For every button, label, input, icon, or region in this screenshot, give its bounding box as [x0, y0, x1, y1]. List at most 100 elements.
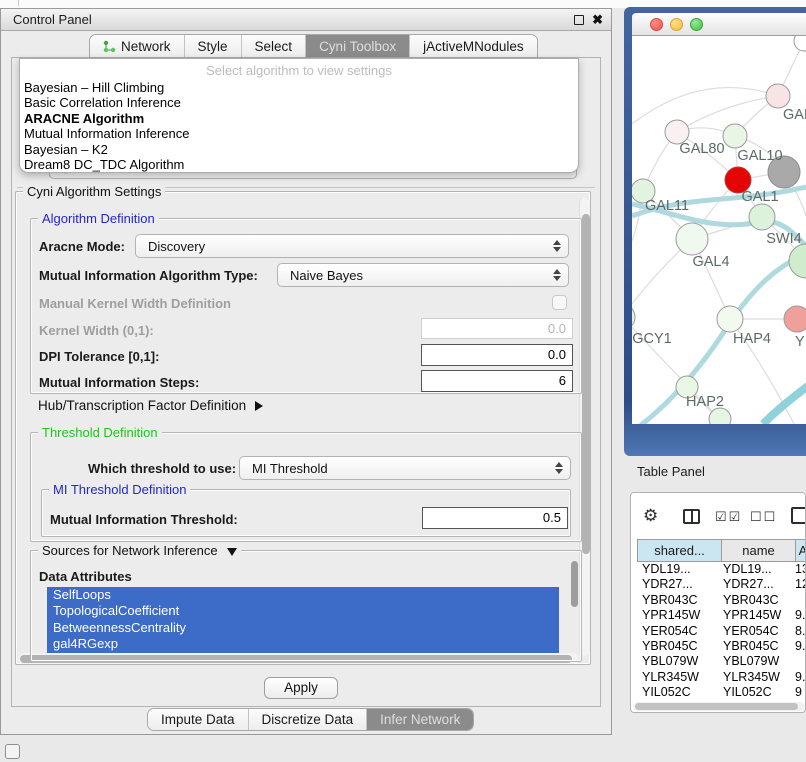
algorithm-option[interactable]: Mutual Information Inference — [20, 126, 578, 141]
table-row[interactable]: YBL079WYBL079W — [637, 654, 806, 669]
mi-threshold-label: Mutual Information Threshold: — [50, 512, 238, 527]
mi-threshold-group: MI Threshold Definition Mutual Informati… — [41, 489, 571, 537]
table-row[interactable]: YIL052CYIL052C9 — [637, 685, 806, 700]
network-window-titlebar[interactable] — [632, 13, 806, 36]
which-threshold-combobox[interactable]: MI Threshold — [239, 456, 571, 480]
table-header-row[interactable]: shared...nameA — [637, 539, 806, 562]
table-cell: YDL19... — [637, 562, 721, 577]
mi-steps-label: Mutual Information Steps: — [39, 375, 199, 390]
table-cell: 9. — [795, 639, 806, 654]
attribute-list-item[interactable]: BetweennessCentrality — [47, 620, 559, 636]
algorithm-option[interactable]: ARACNE Algorithm — [20, 111, 578, 126]
table-row[interactable]: YDL19...YDL19...13 — [637, 562, 806, 577]
algorithm-option[interactable]: Bayesian – K2 — [20, 142, 578, 157]
kernel-width-field[interactable]: 0.0 — [421, 318, 573, 339]
dpi-tolerance-label: DPI Tolerance [0,1]: — [39, 349, 159, 364]
close-traffic-light-icon[interactable] — [650, 18, 663, 31]
network-node[interactable] — [789, 244, 806, 278]
tab-discretize-data[interactable]: Discretize Data — [249, 709, 368, 730]
tab-label: jActiveMNodules — [423, 39, 524, 54]
table-row[interactable]: YDR27...YDR27...12 — [637, 577, 806, 592]
network-node[interactable] — [749, 204, 775, 230]
split-columns-icon[interactable] — [683, 509, 700, 524]
close-icon[interactable]: ✖ — [592, 11, 603, 29]
tab-select[interactable]: Select — [242, 35, 307, 57]
table-row[interactable]: YLR345WYLR345W9. — [637, 670, 806, 685]
table-cell: 12 — [795, 577, 806, 592]
network-canvas[interactable]: GALGAL80GAL10GAL1GAL11SWI4GAL4GCY1HAP4YH… — [632, 36, 806, 424]
mi-type-label: Mutual Information Algorithm Type: — [39, 268, 258, 283]
tab-infer-network[interactable]: Infer Network — [367, 709, 473, 730]
attribute-list-item[interactable]: SelfLoops — [47, 587, 559, 603]
manual-kernel-checkbox[interactable] — [552, 295, 567, 310]
table-row[interactable]: YBR043CYBR043C — [637, 593, 806, 608]
aracne-mode-combobox[interactable]: Discovery — [135, 234, 569, 258]
mi-type-combobox[interactable]: Naive Bayes — [277, 263, 569, 287]
table-rows[interactable]: YDL19...YDL19...13YDR27...YDR27...12YBR0… — [637, 562, 806, 701]
network-node[interactable] — [632, 304, 635, 330]
algorithm-option[interactable]: Basic Correlation Inference — [20, 95, 578, 110]
tab-label: Cyni Toolbox — [319, 39, 396, 54]
select-all-checkboxes-icon[interactable]: ☑☑ — [715, 509, 742, 525]
hub-definition-expander[interactable]: Hub/Transcription Factor Definition — [38, 398, 263, 413]
algorithm-option[interactable]: Dream8 DC_TDC Algorithm — [20, 157, 578, 172]
tab-label: Network — [121, 39, 171, 54]
table-cell: YLR345W — [721, 670, 795, 685]
network-edge-highlighted[interactable] — [763, 386, 806, 424]
attribute-list-item[interactable]: TopologicalCoefficient — [47, 603, 559, 619]
network-edge[interactable] — [632, 88, 778, 124]
data-attributes-list[interactable]: SelfLoopsTopologicalCoefficientBetweenne… — [47, 587, 559, 653]
dpi-tolerance-field[interactable]: 0.0 — [421, 344, 573, 366]
network-node[interactable] — [676, 223, 708, 255]
table-cell: YIL052C — [721, 685, 795, 700]
table-cell: YBR045C — [721, 639, 795, 654]
tab-jactivemnodules[interactable]: jActiveMNodules — [410, 35, 537, 57]
mi-threshold-field[interactable]: 0.5 — [422, 507, 568, 529]
attribute-list-item[interactable]: gal4RGexp — [47, 636, 559, 652]
minimized-panel-icon[interactable] — [5, 744, 20, 759]
minimize-traffic-light-icon[interactable] — [670, 18, 683, 31]
mi-threshold-group-title: MI Threshold Definition — [49, 482, 190, 497]
table-document-icon[interactable] — [791, 507, 806, 524]
network-view-window[interactable]: GALGAL80GAL10GAL1GAL11SWI4GAL4GCY1HAP4YH… — [624, 7, 806, 456]
algorithm-definition-title: Algorithm Definition — [38, 211, 159, 226]
node-label: HAP4 — [733, 331, 771, 347]
network-node[interactable] — [717, 306, 743, 332]
column-header-3[interactable]: A — [796, 540, 806, 561]
network-node[interactable] — [723, 124, 747, 148]
node-label: GAL — [783, 107, 806, 123]
list-scrollbar[interactable] — [571, 561, 578, 607]
table-horizontal-scrollbar[interactable] — [633, 702, 805, 711]
network-node[interactable] — [794, 36, 806, 51]
tab-network[interactable]: Network — [90, 35, 185, 57]
tab-impute-data[interactable]: Impute Data — [148, 709, 249, 730]
column-header-2[interactable]: name — [722, 540, 796, 561]
table-cell: 9 — [795, 685, 806, 700]
gear-icon[interactable]: ⚙ — [643, 507, 658, 524]
apply-button[interactable]: Apply — [264, 677, 338, 699]
table-cell: YBR043C — [721, 593, 795, 608]
zoom-traffic-light-icon[interactable] — [690, 18, 703, 31]
network-node[interactable] — [766, 84, 790, 108]
tab-cyni-toolbox[interactable]: Cyni Toolbox — [306, 35, 410, 57]
node-label: SWI4 — [766, 231, 801, 247]
mi-steps-field[interactable]: 6 — [421, 370, 573, 392]
table-cell: YDR27... — [637, 577, 721, 592]
column-header-1[interactable]: shared... — [638, 540, 722, 561]
table-row[interactable]: YPR145WYPR145W9. — [637, 608, 806, 623]
table-row[interactable]: YER054CYER054C8. — [637, 624, 806, 639]
sources-group-title: Sources for Network Inference — [38, 543, 241, 558]
float-window-icon[interactable] — [574, 15, 584, 25]
node-label: GAL1 — [741, 189, 778, 205]
table-cell: YDL19... — [721, 562, 795, 577]
deselect-all-checkboxes-icon[interactable]: ☐☐ — [750, 509, 777, 525]
collapse-arrow-icon[interactable] — [227, 548, 237, 556]
network-node[interactable] — [784, 306, 806, 332]
algorithm-option[interactable]: Bayesian – Hill Climbing — [20, 80, 578, 95]
table-cell — [795, 593, 806, 608]
tab-style[interactable]: Style — [185, 35, 242, 57]
which-threshold-label: Which threshold to use: — [88, 461, 236, 476]
table-cell: YER054C — [637, 624, 721, 639]
table-row[interactable]: YBR045CYBR045C9. — [637, 639, 806, 654]
node-table-panel: ⚙ ☑☑ ☐☐ shared...nameA YDL19...YDL19...1… — [630, 492, 806, 713]
